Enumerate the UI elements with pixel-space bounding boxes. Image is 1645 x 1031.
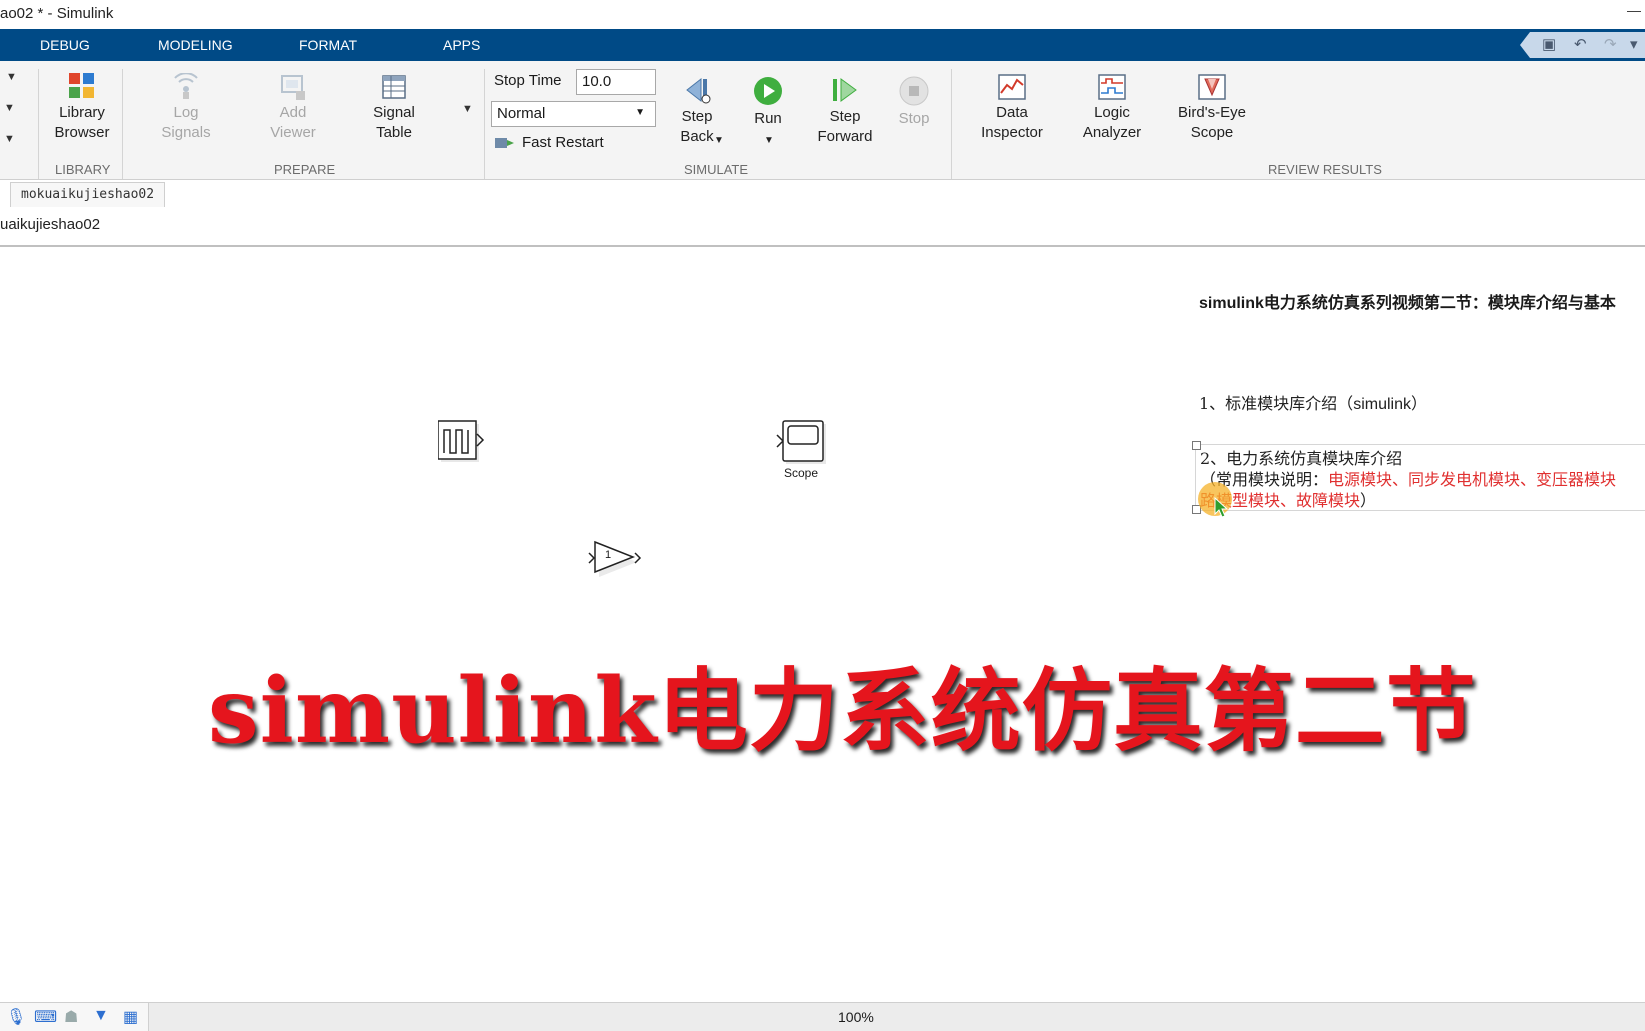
breadcrumb-model[interactable]: uaikujieshao02 [0, 216, 100, 233]
logic-analyzer-button[interactable]: Logic Analyzer [1068, 73, 1156, 143]
step-back-button[interactable]: Step Back ▼ [664, 75, 730, 147]
review-results-group-label: REVIEW RESULTS [1268, 162, 1382, 177]
scope-block[interactable]: Scope [775, 420, 835, 480]
window-title: ao02 * - Simulink [0, 5, 114, 22]
stop-icon [899, 76, 929, 106]
signal-table-icon [382, 75, 406, 99]
library-browser-button[interactable]: Library Browser [46, 71, 118, 143]
redo-icon[interactable]: ↷ [1604, 35, 1617, 53]
birds-eye-scope-button[interactable]: Bird's-Eye Scope [1166, 73, 1258, 143]
data-inspector-button[interactable]: Data Inspector [968, 73, 1056, 143]
stop-time-label: Stop Time [494, 72, 562, 89]
annotation-item2-box[interactable]: 2、电力系统仿真模块库介绍 （常用模块说明：电源模块、同步发电机模块、变压器模块… [1192, 441, 1645, 514]
annotation-item1[interactable]: 1、标准模块库介绍（simulink） [1199, 390, 1427, 414]
overlay-title: simulink电力系统仿真第二节 [208, 658, 1477, 764]
step-forward-button[interactable]: Step Forward [805, 75, 885, 147]
status-bar: 🎙 ⌨ ☗ ▼ ▦ 100% [0, 1002, 1645, 1031]
log-signals-button[interactable]: Log Signals [148, 73, 224, 143]
chevron-down-icon[interactable]: ▼ [4, 133, 15, 145]
signal-table-button[interactable]: Signal Table [356, 73, 432, 143]
step-forward-icon [833, 78, 857, 102]
gain-value: 1 [605, 549, 612, 561]
run-button[interactable]: Run ▼ [740, 75, 796, 146]
stop-button[interactable]: Stop [886, 75, 942, 129]
log-signals-icon [174, 73, 198, 99]
tab-modeling[interactable]: MODELING [158, 37, 233, 53]
microphone-icon[interactable]: 🎙 [6, 1007, 26, 1027]
keyboard-icon[interactable]: ⌨ [34, 1007, 57, 1027]
simulation-mode-select[interactable]: Normal ▼ [491, 101, 656, 127]
title-bar: ao02 * - Simulink — [0, 0, 1645, 29]
user-icon[interactable]: ☗ [64, 1007, 78, 1027]
prepare-group-label: PREPARE [274, 162, 336, 177]
pulse-generator-icon [437, 420, 485, 462]
apps-grid-icon[interactable]: ▦ [123, 1007, 138, 1027]
tab-debug[interactable]: DEBUG [40, 37, 90, 53]
model-canvas[interactable]: Scope 1 simulink电力系统仿真系列视频第二节：模块库介绍与基本 1… [0, 247, 1645, 1002]
chevron-down-icon[interactable]: ▼ [4, 102, 15, 114]
tab-apps[interactable]: APPS [443, 37, 480, 53]
prepare-gallery-expand-icon[interactable]: ▼ [462, 103, 473, 115]
stop-time-input[interactable]: 10.0 [576, 69, 656, 95]
chevron-down-icon[interactable]: ▼ [6, 71, 17, 83]
menu-bar: DEBUG MODELING FORMAT APPS ▣ ↶ ↷ ▾ [0, 29, 1645, 61]
simulate-group-label: SIMULATE [684, 162, 749, 177]
chevron-down-icon: ▼ [714, 135, 724, 146]
skin-icon[interactable]: ▼ [93, 1007, 109, 1025]
zoom-level: 100% [838, 1009, 874, 1025]
scope-label: Scope [784, 466, 819, 480]
add-viewer-button[interactable]: Add Viewer [255, 73, 331, 143]
library-browser-icon [69, 73, 94, 98]
add-viewer-icon [281, 75, 305, 100]
breadcrumb: uaikujieshao02 [0, 208, 1645, 247]
minimize-icon[interactable]: — [1627, 2, 1641, 18]
undo-icon[interactable]: ↶ [1574, 35, 1587, 53]
birds-eye-scope-icon [1198, 74, 1226, 100]
step-back-icon [686, 77, 711, 104]
library-group-label: LIBRARY [55, 162, 111, 177]
run-icon [754, 77, 782, 105]
annotation-heading[interactable]: simulink电力系统仿真系列视频第二节：模块库介绍与基本 [1199, 289, 1616, 313]
expand-icon[interactable]: ▾ [1630, 35, 1638, 53]
quick-access-toolbar: ▣ ↶ ↷ ▾ [1520, 32, 1645, 58]
tab-model[interactable]: mokuaikujieshao02 [10, 182, 166, 207]
logic-analyzer-icon [1098, 74, 1126, 100]
ribbon: ▼ ▼ ▼ Library Browser LIBRARY Log Signal… [0, 61, 1645, 180]
ime-toolbar: 🎙 ⌨ ☗ ▼ ▦ [0, 1003, 149, 1031]
scope-icon [776, 420, 826, 464]
save-icon[interactable]: ▣ [1542, 35, 1556, 53]
data-inspector-icon [998, 74, 1026, 100]
chevron-down-icon: ▼ [764, 135, 774, 146]
model-tab-bar: mokuaikujieshao02 [0, 180, 1645, 209]
fast-restart-icon [495, 138, 514, 148]
mouse-cursor-icon [1214, 497, 1229, 518]
chevron-down-icon: ▼ [635, 107, 645, 118]
tab-format[interactable]: FORMAT [299, 37, 357, 53]
pulse-generator-block[interactable] [437, 420, 485, 462]
gain-block[interactable]: 1 [587, 540, 643, 586]
gain-icon [588, 540, 642, 577]
